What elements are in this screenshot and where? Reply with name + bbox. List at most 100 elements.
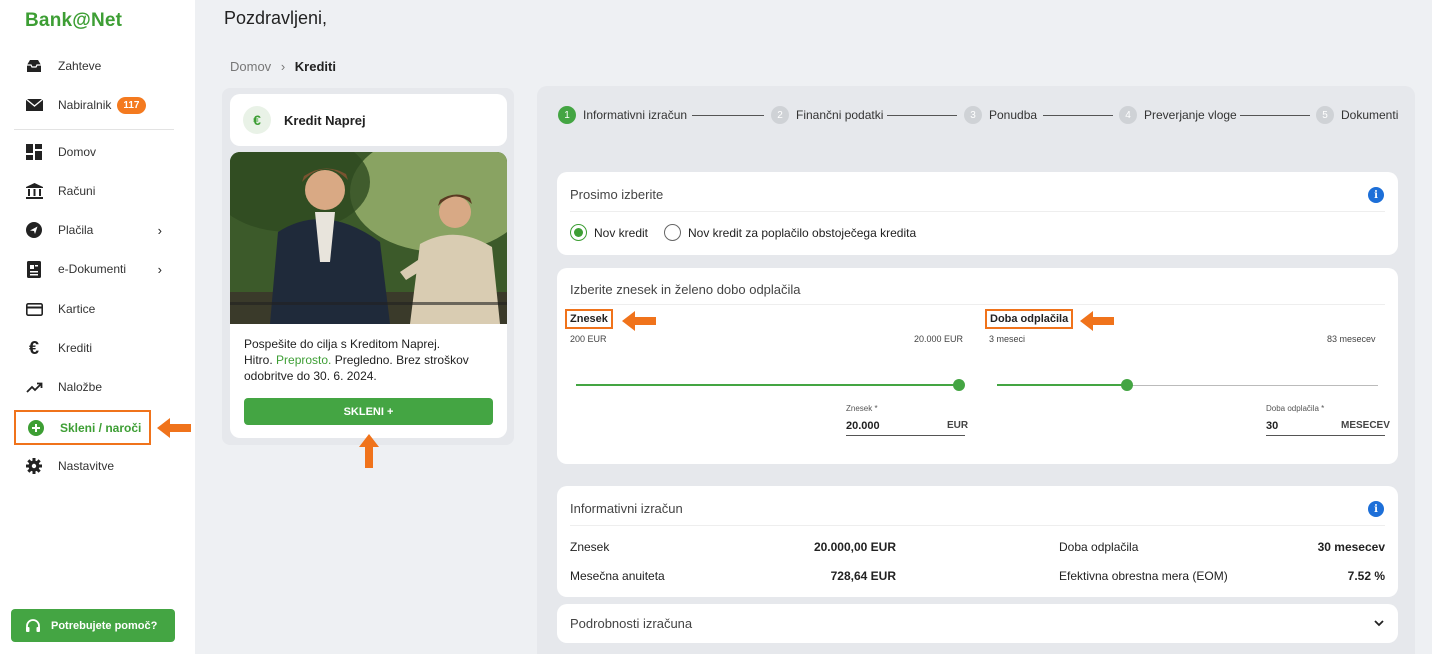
znesek-input[interactable]: 20.000 xyxy=(846,420,880,432)
sidebar-item-placila[interactable]: Plačila › xyxy=(14,214,174,246)
step-number: 5 xyxy=(1316,106,1334,124)
step-connector xyxy=(1043,115,1113,116)
calc-doba-value: 30 mesecev xyxy=(1317,540,1385,554)
progress-stepper: 1 Informativni izračun 2 Finančni podatk… xyxy=(558,106,1398,124)
calc-eom-value: 7.52 % xyxy=(1347,569,1385,583)
step-informativni-izracun[interactable]: 1 Informativni izračun xyxy=(558,106,687,124)
step-preverjanje-vloge[interactable]: 4 Preverjanje vloge xyxy=(1119,106,1237,124)
calc-eom-label: Efektivna obrestna mera (EOM) xyxy=(1059,569,1228,583)
amount-card: Izberite znesek in želeno dobo odplačila… xyxy=(557,268,1398,464)
sidebar-item-nastavitve[interactable]: Nastavitve xyxy=(14,450,174,482)
doba-slider-fill xyxy=(997,384,1127,386)
step-label: Ponudba xyxy=(989,108,1038,122)
radio-kredit-poplacilo[interactable]: Nov kredit za poplačilo obstoječega kred… xyxy=(664,224,916,241)
arrow-left-icon xyxy=(1080,311,1114,331)
sidebar-item-racuni[interactable]: Računi xyxy=(14,175,174,207)
radio-circle xyxy=(570,224,587,241)
unread-count-badge: 117 xyxy=(117,96,146,114)
sidebar: Bank@Net Zahteve Nabiralnik 117 Domov Ra… xyxy=(0,0,195,654)
promo-line-2-highlight: Preprosto. xyxy=(276,353,332,367)
breadcrumb-current: Krediti xyxy=(294,59,336,74)
gear-icon xyxy=(24,456,44,476)
sidebar-item-label: Računi xyxy=(58,184,96,198)
doba-min: 3 meseci xyxy=(989,334,1026,344)
step-label: Finančni podatki xyxy=(796,108,884,122)
sidebar-item-label: Kartice xyxy=(58,302,96,316)
amount-title: Izberite znesek in želeno dobo odplačila xyxy=(570,282,801,297)
sidebar-item-nabiralnik[interactable]: Nabiralnik 117 xyxy=(14,89,174,121)
step-number: 3 xyxy=(964,106,982,124)
product-title: Kredit Naprej xyxy=(284,112,366,128)
sidebar-item-skleni-naroci[interactable]: Skleni / naroči xyxy=(14,410,151,445)
radio-circle xyxy=(664,224,681,241)
sidebar-item-label: Skleni / naroči xyxy=(60,420,142,435)
breadcrumb: Domov › Krediti xyxy=(230,59,336,74)
arrow-left-icon xyxy=(622,311,656,331)
sidebar-item-domov[interactable]: Domov xyxy=(14,136,174,168)
sidebar-item-kartice[interactable]: Kartice xyxy=(14,293,174,325)
step-connector xyxy=(692,115,764,116)
sidebar-item-label: Naložbe xyxy=(58,380,103,394)
chevron-down-icon[interactable] xyxy=(1374,620,1384,627)
skleni-button[interactable]: SKLENI + xyxy=(244,398,493,425)
step-label: Preverjanje vloge xyxy=(1144,108,1237,122)
step-number: 1 xyxy=(558,106,576,124)
promo-card: Pospešite do cilja s Kreditom Naprej. Hi… xyxy=(230,152,507,438)
step-ponudba[interactable]: 3 Ponudba xyxy=(964,106,1037,124)
calc-anuiteta-label: Mesečna anuiteta xyxy=(570,569,665,583)
arrow-up-icon xyxy=(359,434,379,468)
arrow-left-icon xyxy=(157,418,191,438)
headset-icon xyxy=(25,618,41,634)
details-accordion[interactable]: Podrobnosti izračuna xyxy=(557,604,1398,643)
help-label: Potrebujete pomoč? xyxy=(51,619,158,632)
znesek-slider-thumb[interactable] xyxy=(953,379,965,391)
calculation-title: Informativni izračun xyxy=(570,501,683,516)
sidebar-item-krediti[interactable]: € Krediti xyxy=(14,332,174,364)
chevron-right-icon: › xyxy=(157,261,162,277)
envelope-icon xyxy=(24,95,44,115)
doba-max: 83 mesecev xyxy=(1327,334,1376,344)
dashboard-icon xyxy=(24,142,44,162)
doba-slider-thumb[interactable] xyxy=(1121,379,1133,391)
trend-icon xyxy=(24,377,44,397)
calc-znesek-value: 20.000,00 EUR xyxy=(813,540,896,554)
sidebar-item-e-dokumenti[interactable]: e-Dokumenti › xyxy=(14,253,174,285)
bank-logo: Bank@Net xyxy=(25,10,123,31)
info-icon[interactable]: i xyxy=(1368,187,1384,203)
sidebar-item-nalozbe[interactable]: Naložbe xyxy=(14,371,174,403)
sidebar-divider xyxy=(14,129,174,130)
help-button[interactable]: Potrebujete pomoč? xyxy=(11,609,175,642)
sidebar-item-label: Nabiralnik xyxy=(58,98,112,112)
doba-input-underline xyxy=(1266,435,1385,436)
product-header-card: € Kredit Naprej xyxy=(230,94,507,146)
info-icon[interactable]: i xyxy=(1368,501,1384,517)
euro-icon: € xyxy=(28,337,39,358)
calc-doba-label: Doba odplačila xyxy=(1059,540,1139,554)
sidebar-item-label: Nastavitve xyxy=(58,459,115,473)
inbox-icon xyxy=(24,56,44,76)
step-connector xyxy=(1240,115,1310,116)
card-divider xyxy=(570,211,1385,212)
calc-znesek-label: Znesek xyxy=(570,540,610,554)
document-icon xyxy=(24,259,44,279)
sidebar-item-zahteve[interactable]: Zahteve xyxy=(14,50,174,82)
sidebar-item-label: e-Dokumenti xyxy=(58,262,127,276)
sidebar-item-label: Plačila xyxy=(58,223,94,237)
breadcrumb-home[interactable]: Domov xyxy=(230,59,271,74)
promo-text: Pospešite do cilja s Kreditom Naprej. Hi… xyxy=(244,336,496,384)
promo-line-1: Pospešite do cilja s Kreditom Naprej. xyxy=(244,337,441,351)
step-financni-podatki[interactable]: 2 Finančni podatki xyxy=(771,106,883,124)
znesek-label: Znesek xyxy=(565,309,613,329)
doba-input[interactable]: 30 xyxy=(1266,420,1278,432)
doba-unit: MESECEV xyxy=(1341,420,1390,431)
sidebar-item-label: Krediti xyxy=(58,341,93,355)
radio-nov-kredit[interactable]: Nov kredit xyxy=(570,224,648,241)
chevron-right-icon: › xyxy=(157,222,162,238)
znesek-slider-fill xyxy=(576,384,959,386)
card-divider xyxy=(570,304,1385,305)
promo-line-2a: Hitro. xyxy=(244,353,277,367)
step-number: 2 xyxy=(771,106,789,124)
doba-field-label: Doba odplačila * xyxy=(1266,404,1325,413)
znesek-input-underline xyxy=(846,435,965,436)
step-dokumenti[interactable]: 5 Dokumenti xyxy=(1316,106,1398,124)
